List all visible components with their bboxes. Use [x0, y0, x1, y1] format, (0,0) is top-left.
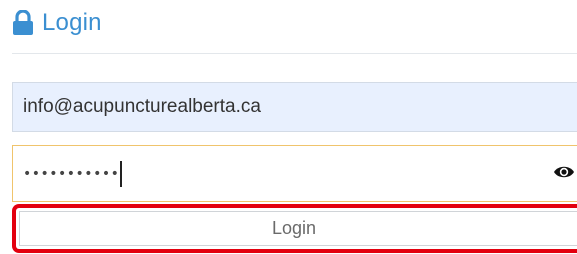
password-value: ••••••••••• [23, 165, 120, 182]
divider [12, 53, 577, 54]
login-button[interactable]: Login [12, 204, 577, 253]
text-caret [120, 160, 122, 187]
eye-icon[interactable] [553, 164, 575, 180]
login-button-label: Login [271, 218, 317, 238]
page-title: Login [42, 9, 102, 36]
email-field[interactable] [12, 82, 577, 132]
login-header: Login [12, 6, 102, 40]
password-field[interactable]: ••••••••••• [12, 145, 577, 202]
lock-icon [13, 10, 33, 35]
login-panel: Login ••••••••••• Login [0, 0, 577, 254]
